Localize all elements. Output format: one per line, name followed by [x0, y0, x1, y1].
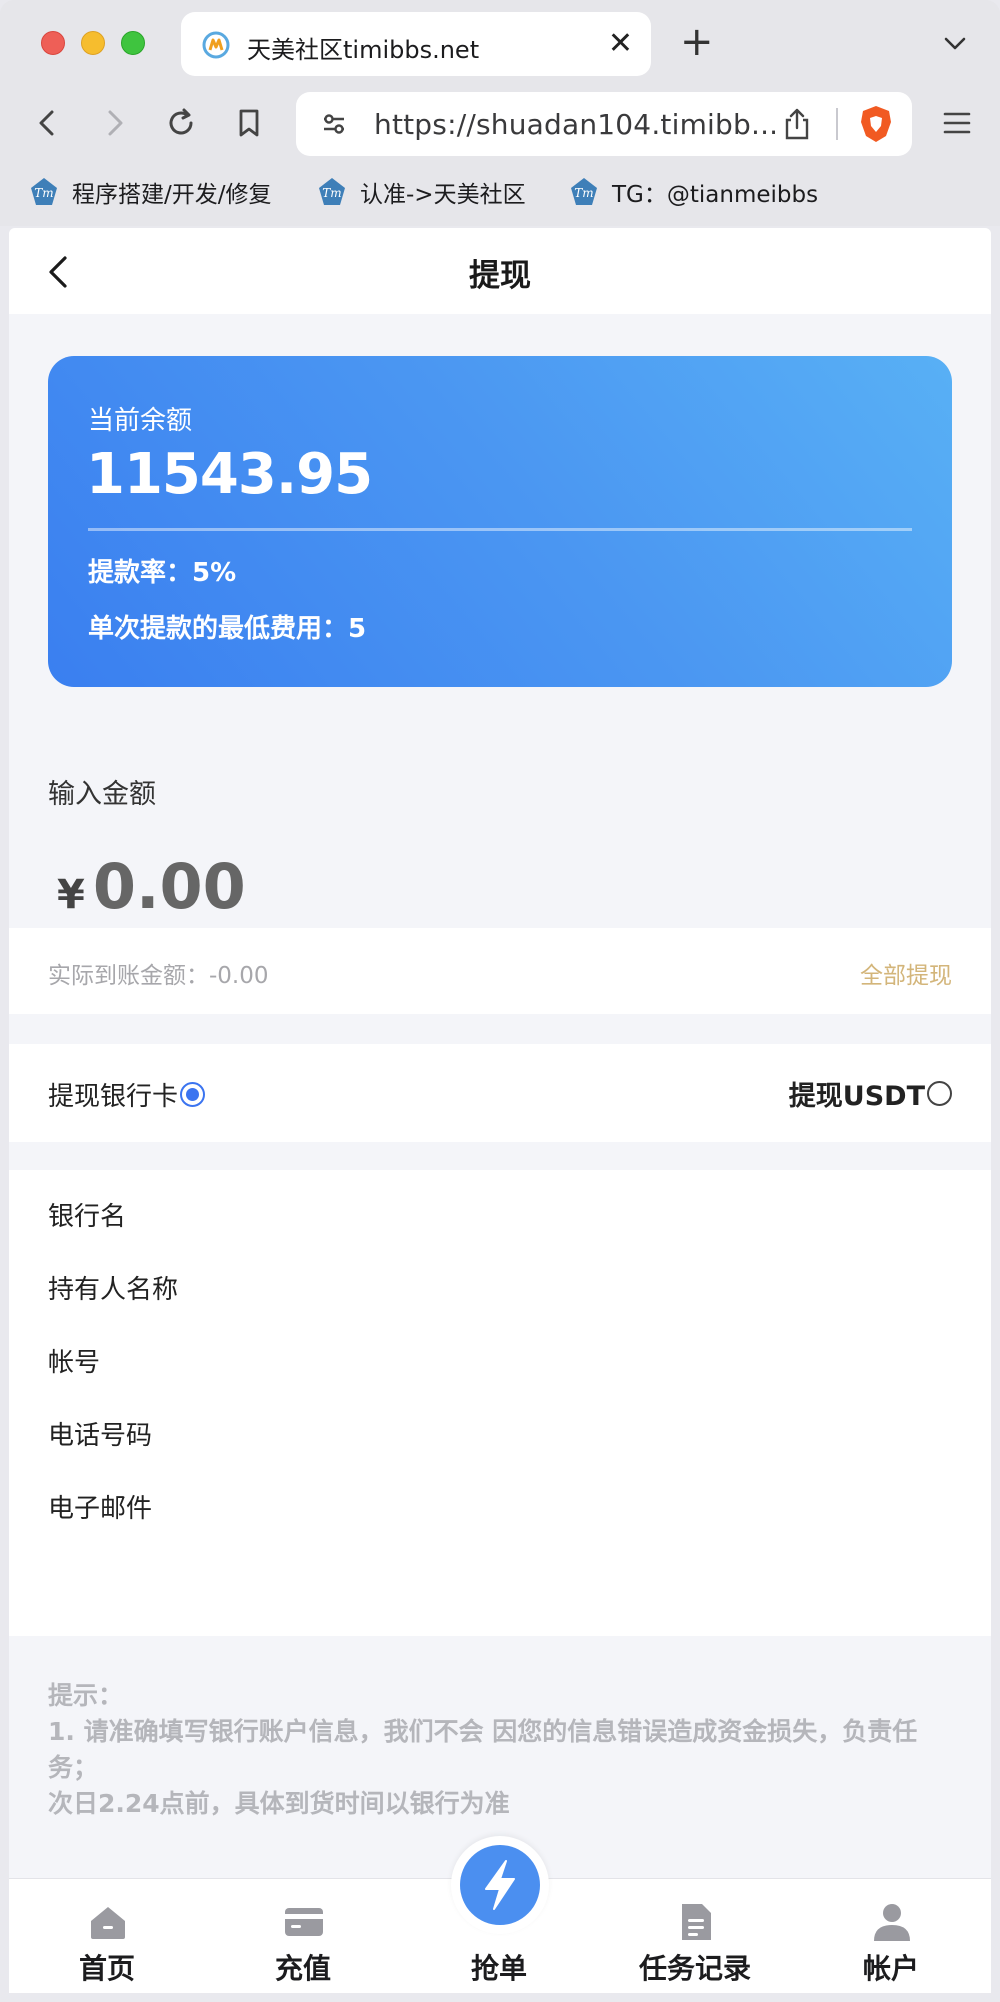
bookmark-label: 程序搭建/开发/修复 — [72, 182, 272, 208]
address-bar-divider — [836, 108, 838, 140]
grab-order-button[interactable] — [451, 1836, 549, 1934]
tab-home[interactable]: 首页 — [9, 1879, 205, 1993]
usdt-radio[interactable] — [927, 1081, 952, 1106]
site-settings-icon[interactable] — [318, 108, 350, 140]
withdraw-all-button[interactable]: 全部提现 — [860, 956, 952, 990]
tab-home-label: 首页 — [78, 1952, 135, 1985]
tab-strip: 天美社区timibbs.net ✕ + — [0, 0, 1000, 86]
bookmarks-bar: Tm 程序搭建/开发/修复 Tm 认准->天美社区 Tm TG：@tianmei… — [0, 160, 1000, 226]
browser-toolbar: https://shuadan104.timibb... — [0, 86, 1000, 160]
bookmark-icon[interactable] — [230, 104, 268, 142]
document-icon — [682, 1904, 711, 1940]
tips-title: 提示： — [48, 1681, 124, 1710]
grab-order-circle — [460, 1845, 540, 1925]
brave-shield-icon[interactable] — [858, 104, 894, 144]
tips-block: 提示： 1. 请准确填写银行账户信息，我们不会 因您的信息错误造成资金损失，负责… — [48, 1678, 958, 1822]
browser-window: 天美社区timibbs.net ✕ + https://shuadan104.t… — [0, 0, 1000, 2002]
email-field[interactable]: 电子邮件 — [48, 1488, 152, 1525]
menu-icon[interactable] — [938, 104, 976, 142]
tab-title: 天美社区timibbs.net — [247, 36, 480, 64]
actual-amount-row: 实际到账金额：-0.00 全部提现 — [9, 928, 991, 1014]
method-usdt-option[interactable]: 提现USDT — [789, 1074, 952, 1113]
minimize-window-button[interactable] — [81, 31, 105, 55]
close-window-button[interactable] — [41, 31, 65, 55]
bank-form: 银行名 持有人名称 帐号 电话号码 电子邮件 — [9, 1170, 991, 1636]
browser-tab[interactable]: 天美社区timibbs.net ✕ — [181, 12, 651, 76]
card-icon — [285, 1908, 323, 1936]
tm-logo-icon: Tm — [31, 178, 57, 205]
amount-label: 输入金额 — [48, 779, 156, 810]
share-icon[interactable] — [780, 106, 814, 142]
tips-line-1: 1. 请准确填写银行账户信息，我们不会 因您的信息错误造成资金损失，负责任务； — [48, 1717, 918, 1782]
tab-grab-label: 抢单 — [470, 1952, 527, 1985]
tab-recharge-label: 充值 — [274, 1952, 331, 1985]
lightning-icon — [485, 1860, 515, 1910]
bookmark-item[interactable]: Tm 认准->天美社区 — [316, 174, 526, 210]
holder-name-field[interactable]: 持有人名称 — [48, 1269, 178, 1306]
back-icon[interactable] — [28, 104, 66, 142]
method-bank-option[interactable]: 提现银行卡 — [48, 1076, 206, 1113]
reload-icon[interactable] — [162, 104, 200, 142]
new-tab-icon[interactable]: + — [680, 20, 714, 64]
tm-logo-icon: Tm — [571, 178, 597, 205]
amount-input[interactable]: ¥ 0.00 — [57, 850, 246, 930]
balance-card: 当前余额 11543.95 提款率：5% 单次提款的最低费用：5 — [48, 356, 952, 687]
page-navbar: 提现 — [9, 228, 991, 314]
home-icon — [91, 1907, 125, 1939]
svg-text:Tm: Tm — [322, 186, 341, 200]
tab-task-record-label: 任务记录 — [638, 1952, 751, 1985]
tab-recharge[interactable]: 充值 — [205, 1879, 401, 1993]
balance-value: 11543.95 — [86, 442, 373, 507]
bookmark-item[interactable]: Tm 程序搭建/开发/修复 — [28, 174, 272, 210]
phone-field[interactable]: 电话号码 — [48, 1415, 152, 1452]
method-usdt-label: 提现USDT — [788, 1081, 925, 1112]
bank-radio[interactable] — [180, 1082, 206, 1107]
address-bar[interactable]: https://shuadan104.timibb... — [296, 92, 912, 156]
tab-account-label: 帐户 — [862, 1952, 919, 1985]
tab-close-icon[interactable]: ✕ — [608, 26, 633, 62]
withdraw-method-row: 提现银行卡 提现USDT — [9, 1044, 991, 1142]
user-icon — [874, 1904, 910, 1941]
tips-line-2: 次日2.24点前，具体到货时间以银行为准 — [48, 1789, 510, 1818]
chevron-down-icon[interactable] — [940, 28, 970, 58]
site-favicon-icon — [202, 31, 230, 59]
url-text[interactable]: https://shuadan104.timibb... — [374, 108, 778, 141]
bank-name-field[interactable]: 银行名 — [48, 1196, 126, 1233]
bookmark-label: TG：@tianmeibbs — [612, 182, 819, 208]
method-bank-label: 提现银行卡 — [48, 1082, 179, 1112]
currency-symbol: ¥ — [57, 872, 85, 918]
forward-icon[interactable] — [96, 104, 134, 142]
bookmark-item[interactable]: Tm TG：@tianmeibbs — [568, 174, 818, 210]
card-divider — [88, 528, 912, 531]
bookmark-label: 认准->天美社区 — [360, 182, 526, 208]
page-title: 提现 — [469, 258, 531, 294]
withdraw-rate: 提款率：5% — [88, 558, 237, 588]
svg-text:Tm: Tm — [34, 186, 53, 200]
amount-value[interactable]: 0.00 — [93, 850, 246, 923]
account-number-field[interactable]: 帐号 — [48, 1342, 100, 1379]
zoom-window-button[interactable] — [121, 31, 145, 55]
actual-amount-text: 实际到账金额：-0.00 — [48, 963, 269, 989]
tab-task-record[interactable]: 任务记录 — [597, 1879, 793, 1993]
min-fee: 单次提款的最低费用：5 — [88, 614, 367, 644]
tab-account[interactable]: 帐户 — [793, 1879, 989, 1993]
svg-text:Tm: Tm — [574, 186, 593, 200]
tm-logo-icon: Tm — [319, 178, 345, 205]
balance-label: 当前余额 — [88, 406, 193, 436]
web-page: 提现 当前余额 11543.95 提款率：5% 单次提款的最低费用：5 输入金额… — [9, 228, 991, 1993]
